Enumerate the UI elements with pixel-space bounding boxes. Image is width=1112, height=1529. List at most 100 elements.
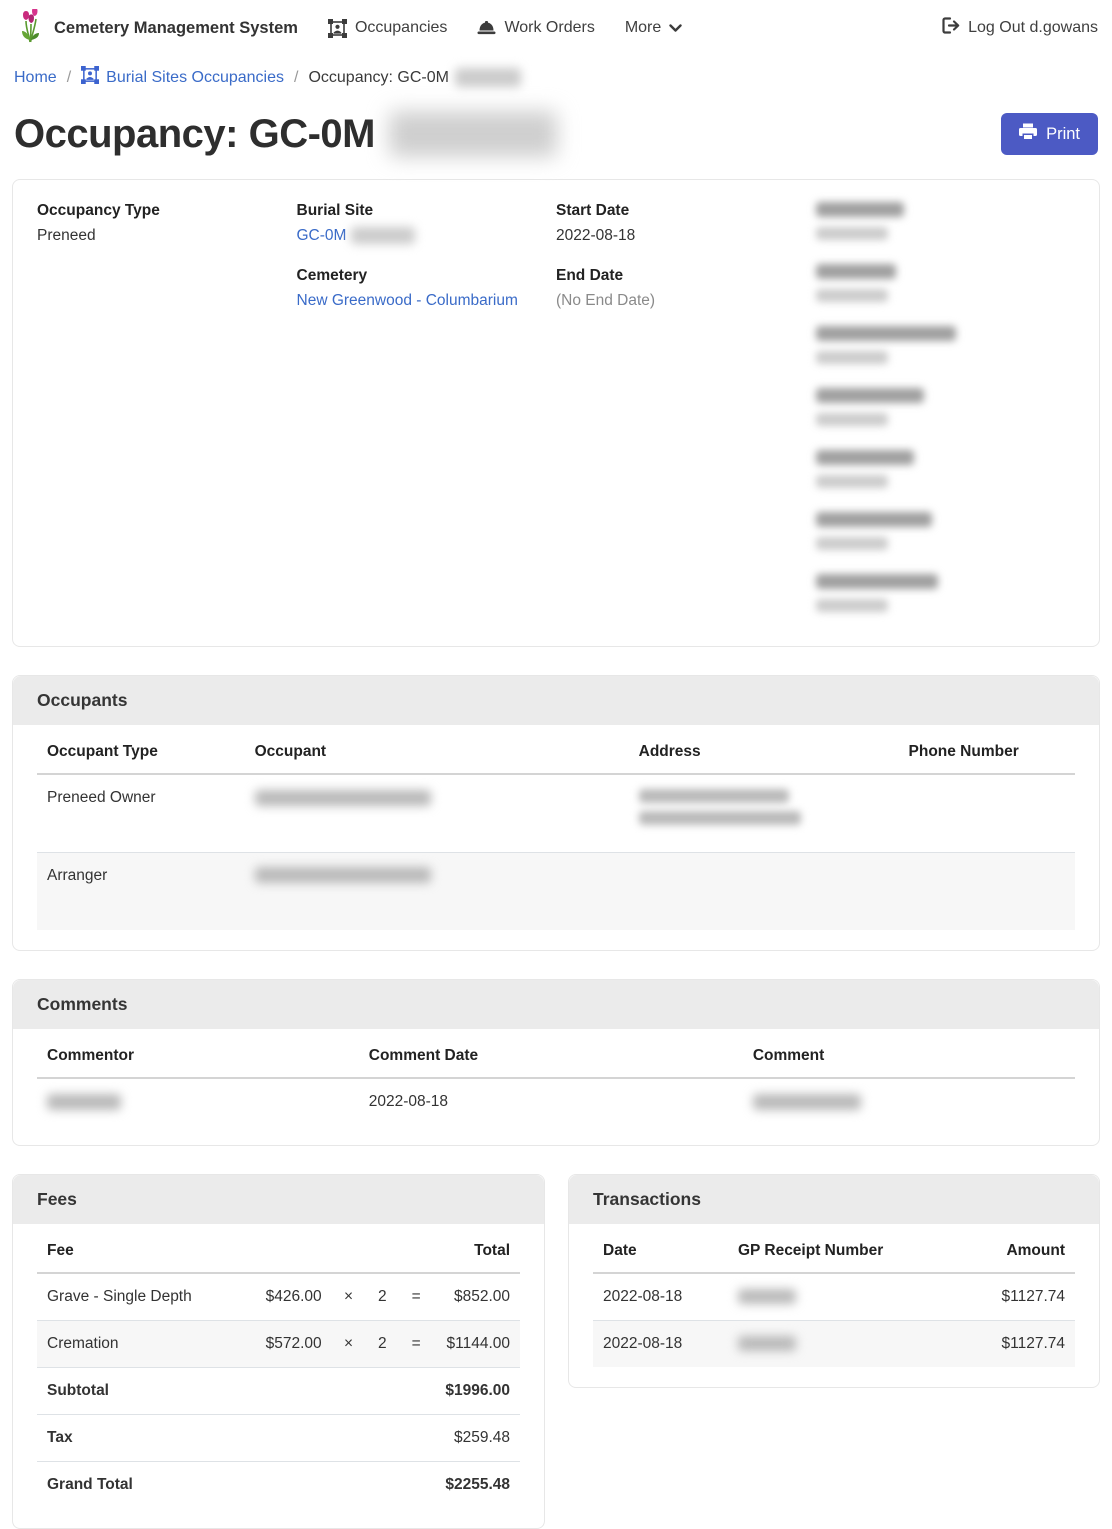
page-title: Occupancy: GC-0M bbox=[14, 111, 557, 157]
subtotal-label: Subtotal bbox=[37, 1368, 433, 1415]
grand-total-row: Grand Total $2255.48 bbox=[37, 1462, 520, 1509]
col-occupant: Occupant bbox=[245, 729, 629, 774]
details-col-4-redacted bbox=[816, 202, 1076, 636]
fees-table: Fee Total Grave - Single Depth $426.00 bbox=[37, 1228, 520, 1508]
breadcrumb-occupancies-label: Burial Sites Occupancies bbox=[106, 69, 284, 87]
occupant-type-cell: Arranger bbox=[37, 852, 245, 930]
multiply-sign: × bbox=[332, 1321, 366, 1368]
occupants-title: Occupants bbox=[37, 690, 1075, 711]
redacted-label bbox=[816, 574, 938, 589]
col-comment: Comment bbox=[743, 1033, 1075, 1078]
redacted-value bbox=[816, 351, 888, 364]
details-col-2: Burial Site GC-0M Cemetery New Greenwood… bbox=[297, 202, 557, 636]
occupants-table: Occupant Type Occupant Address Phone Num… bbox=[37, 729, 1075, 930]
burial-site-link[interactable]: GC-0M bbox=[297, 227, 347, 244]
redacted-burial-site-id bbox=[351, 227, 415, 244]
redacted-label bbox=[816, 512, 932, 527]
details-col-3: Start Date 2022-08-18 End Date (No End D… bbox=[556, 202, 816, 636]
redacted-label bbox=[816, 264, 896, 279]
print-button[interactable]: Print bbox=[1001, 113, 1098, 155]
app-title: Cemetery Management System bbox=[54, 19, 298, 38]
redacted-value bbox=[816, 599, 888, 612]
logout-label: Log Out d.gowans bbox=[968, 19, 1098, 37]
redacted-field bbox=[816, 574, 1076, 612]
redacted-breadcrumb-id bbox=[455, 68, 521, 87]
transaction-amount: $1127.74 bbox=[940, 1321, 1075, 1368]
transactions-header: Transactions bbox=[569, 1175, 1099, 1224]
top-navbar: Cemetery Management System Occupancies bbox=[0, 0, 1112, 56]
redacted-value bbox=[816, 537, 888, 550]
brand[interactable]: Cemetery Management System bbox=[18, 9, 298, 47]
redacted-occupant-name bbox=[255, 790, 431, 806]
comments-title: Comments bbox=[37, 994, 1075, 1015]
redacted-comment bbox=[753, 1094, 861, 1110]
page-title-text: Occupancy: GC-0M bbox=[14, 112, 375, 157]
redacted-label bbox=[816, 388, 924, 403]
tax-value: $259.48 bbox=[433, 1415, 520, 1462]
redacted-label bbox=[816, 450, 914, 465]
start-date-label: Start Date bbox=[556, 202, 816, 220]
transactions-title: Transactions bbox=[593, 1189, 1075, 1210]
redacted-field bbox=[816, 202, 1076, 240]
fees-header: Fees bbox=[13, 1175, 544, 1224]
comments-card: Comments Commentor Comment Date Comment … bbox=[12, 979, 1100, 1146]
nav-work-orders[interactable]: Work Orders bbox=[477, 19, 594, 37]
redacted-commentor bbox=[47, 1094, 121, 1110]
redacted-occupant-name bbox=[255, 867, 431, 883]
fee-unit-price: $426.00 bbox=[250, 1273, 332, 1321]
printer-icon bbox=[1019, 123, 1037, 145]
fees-header-row: Fee Total bbox=[37, 1228, 520, 1273]
breadcrumb-current-label: Occupancy: GC-0M bbox=[308, 69, 448, 87]
col-address: Address bbox=[629, 729, 899, 774]
col-commentor: Commentor bbox=[37, 1033, 359, 1078]
redacted-field bbox=[816, 450, 1076, 488]
nav-occupancies[interactable]: Occupancies bbox=[328, 19, 448, 38]
occupants-header: Occupants bbox=[13, 676, 1099, 725]
breadcrumb-occupancies-link[interactable]: Burial Sites Occupancies bbox=[81, 66, 284, 89]
fees-title: Fees bbox=[37, 1189, 520, 1210]
tax-label: Tax bbox=[37, 1415, 433, 1462]
page-header: Occupancy: GC-0M Print bbox=[12, 103, 1100, 179]
logout-button[interactable]: Log Out d.gowans bbox=[942, 17, 1098, 39]
transaction-date: 2022-08-18 bbox=[593, 1273, 728, 1321]
fee-total: $852.00 bbox=[433, 1273, 520, 1321]
comment-row: 2022-08-18 bbox=[37, 1078, 1075, 1125]
print-button-label: Print bbox=[1046, 125, 1080, 144]
col-gp-receipt: GP Receipt Number bbox=[728, 1228, 940, 1273]
redacted-address-line bbox=[639, 789, 789, 803]
breadcrumb-current: Occupancy: GC-0M bbox=[308, 68, 520, 87]
redacted-receipt-number bbox=[738, 1336, 796, 1351]
fee-row: Cremation $572.00 × 2 = $1144.00 bbox=[37, 1321, 520, 1368]
breadcrumb-separator: / bbox=[67, 69, 71, 87]
cemetery-link[interactable]: New Greenwood - Columbarium bbox=[297, 292, 518, 309]
redacted-field bbox=[816, 326, 1076, 364]
occupants-header-row: Occupant Type Occupant Address Phone Num… bbox=[37, 729, 1075, 774]
field-cemetery: Cemetery New Greenwood - Columbarium bbox=[297, 267, 557, 310]
nav-more[interactable]: More bbox=[625, 19, 682, 37]
cemetery-label: Cemetery bbox=[297, 267, 557, 285]
redacted-field bbox=[816, 512, 1076, 550]
subtotal-row: Subtotal $1996.00 bbox=[37, 1368, 520, 1415]
transactions-card: Transactions Date GP Receipt Number Amou… bbox=[568, 1174, 1100, 1388]
col-phone-number: Phone Number bbox=[899, 729, 1075, 774]
multiply-sign: × bbox=[332, 1273, 366, 1321]
details-grid: Occupancy Type Preneed Burial Site GC-0M… bbox=[13, 180, 1099, 646]
chevron-down-icon bbox=[669, 24, 682, 33]
col-total: Total bbox=[433, 1228, 520, 1273]
redacted-receipt-number bbox=[738, 1289, 796, 1304]
fee-unit-price: $572.00 bbox=[250, 1321, 332, 1368]
transaction-date: 2022-08-18 bbox=[593, 1321, 728, 1368]
occupancy-type-label: Occupancy Type bbox=[37, 202, 297, 220]
fees-card: Fees Fee Total bbox=[12, 1174, 545, 1529]
comments-header-row: Commentor Comment Date Comment bbox=[37, 1033, 1075, 1078]
nav-work-orders-label: Work Orders bbox=[504, 19, 594, 37]
col-comment-date: Comment Date bbox=[359, 1033, 743, 1078]
main-nav: Occupancies Work Orders More bbox=[328, 19, 682, 38]
occupant-row: Preneed Owner bbox=[37, 774, 1075, 852]
end-date-value: (No End Date) bbox=[556, 292, 816, 310]
breadcrumb-home-link[interactable]: Home bbox=[14, 69, 57, 87]
redacted-value bbox=[816, 413, 888, 426]
occupancy-details-card: Occupancy Type Preneed Burial Site GC-0M… bbox=[12, 179, 1100, 647]
redacted-value bbox=[816, 475, 888, 488]
transaction-row: 2022-08-18 $1127.74 bbox=[593, 1273, 1075, 1321]
